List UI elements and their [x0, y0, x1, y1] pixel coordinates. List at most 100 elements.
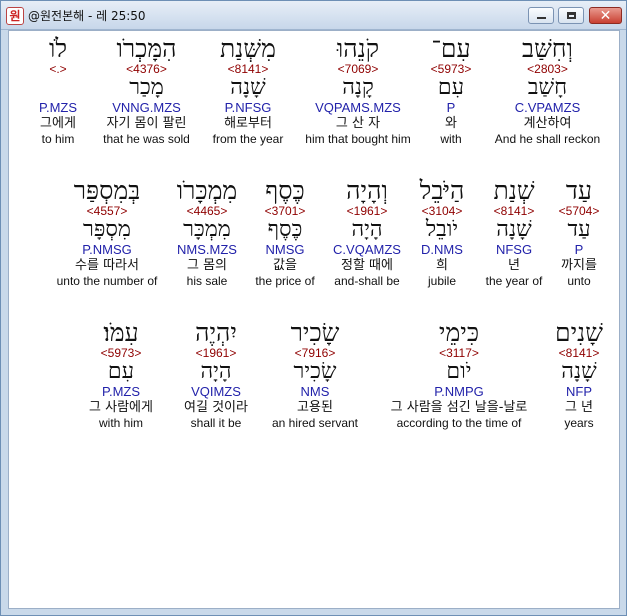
word-cell[interactable]: כֶּסֶף <3701> כֶּסֶף NMSG 값을 the price o…	[250, 176, 320, 289]
morphology-code: NMSG	[265, 242, 305, 257]
hebrew-word: עִם־	[431, 34, 471, 63]
strong-number: <7069>	[337, 62, 379, 76]
english-gloss: unto the number of	[56, 274, 158, 288]
word-cell[interactable]: מִמְכָּרֹו <4465> מִמְכָּר NMS.MZS 그 몸의 …	[167, 178, 247, 289]
morphology-code: P.NFSG	[224, 100, 272, 115]
word-cell[interactable]: קֹנֵהוּ <7069> קָנָה VQPAMS.MZS 그 산 자 hi…	[299, 34, 417, 147]
korean-gloss: 와	[445, 116, 457, 131]
close-button[interactable]: ✕	[589, 7, 622, 24]
maximize-button[interactable]	[558, 7, 584, 24]
korean-gloss: 년	[508, 258, 520, 273]
english-gloss: with him	[98, 416, 143, 430]
english-gloss: from the year	[212, 132, 284, 146]
strong-number: <5973>	[100, 346, 142, 360]
morphology-code: P.NMSG	[82, 242, 132, 257]
strong-number: <8141>	[227, 62, 269, 76]
strong-number: <7916>	[294, 346, 336, 360]
strong-number: <8141>	[558, 346, 600, 360]
interlinear-window: 원 @원전본해 - 레 25:50 ✕ לֹו <.> P.MZS 그에게 to…	[0, 0, 627, 616]
minimize-button[interactable]	[528, 7, 554, 24]
morphology-code: P.MZS	[101, 384, 141, 399]
morphology-code: C.VPAMZS	[514, 100, 581, 115]
word-cell[interactable]: בְּמִסְפַּר <4557> מִסְפָּר P.NMSG 수를 따라…	[49, 178, 165, 289]
lemma-word: הָיָה	[351, 217, 383, 242]
korean-gloss: 정할 때에	[341, 258, 393, 273]
english-gloss: him that bought him	[305, 132, 411, 146]
interlinear-content: לֹו <.> P.MZS 그에게 to him הִמָּכְרֹו <437…	[8, 30, 620, 609]
morphology-code: VQPAMS.MZS	[315, 100, 401, 115]
strong-number: <4557>	[86, 204, 128, 218]
lemma-word: חָשַׁב	[527, 75, 568, 100]
hebrew-word: הַיֹּבֵל	[419, 176, 465, 205]
english-gloss: and-shall be	[334, 274, 400, 288]
english-gloss: with	[440, 132, 462, 146]
title-bar[interactable]: 원 @원전본해 - 레 25:50 ✕	[1, 1, 626, 30]
english-gloss: unto	[567, 274, 591, 288]
hebrew-word: יִהְיֶה	[195, 318, 237, 347]
word-cell[interactable]: שְׁנַת <8141> שָׁנָה NFSG 년 the year of	[479, 178, 549, 289]
korean-gloss: 그에게	[40, 116, 76, 131]
hebrew-word: כִּימֵי	[438, 318, 480, 347]
hebrew-word: שָׂכִיר	[290, 318, 340, 347]
lemma-word: עִם	[437, 75, 465, 100]
english-gloss: And he shall reckon	[494, 132, 601, 146]
word-cell[interactable]: עִמֹּו׃ <5973> עִם P.MZS 그 사람에게 with him	[81, 318, 161, 431]
hebrew-word: קֹנֵהוּ	[336, 34, 380, 63]
english-gloss: the year of	[485, 274, 543, 288]
hebrew-word: שָׁנִים	[555, 318, 603, 347]
minimize-icon	[537, 17, 546, 19]
lemma-word: עַד	[567, 217, 591, 242]
english-gloss: to him	[41, 132, 75, 146]
morphology-code: D.NMS	[421, 242, 463, 257]
strong-number: <3104>	[421, 204, 463, 218]
window-title: @원전본해 - 레 25:50	[28, 9, 146, 23]
english-gloss: jubile	[427, 274, 457, 288]
lemma-word: יֹום	[446, 359, 472, 384]
word-cell[interactable]: לֹו <.> P.MZS 그에게 to him	[18, 36, 98, 147]
strong-number: <1961>	[195, 346, 237, 360]
app-icon: 원	[6, 7, 24, 25]
korean-gloss: 까지를	[561, 258, 597, 273]
word-cell[interactable]: שָׁנִים <8141> שָׁנָה NFP 그 년 years	[550, 318, 608, 431]
hebrew-word: וְהָיָה	[346, 176, 388, 205]
korean-gloss: 값을	[273, 258, 297, 273]
strong-number: <4465>	[186, 204, 228, 218]
lemma-word: כֶּסֶף	[267, 217, 303, 242]
lemma-word: שָׁנָה	[230, 75, 266, 100]
lemma-word	[18, 76, 98, 100]
hebrew-word: מִשְּׁנַת	[220, 34, 276, 63]
word-cell[interactable]: עִם־ <5973> עִם P 와 with	[423, 34, 479, 147]
strong-number: <4376>	[126, 62, 167, 76]
word-cell-selected[interactable]: וְחִשַּׁב <2803> חָשַׁב C.VPAMZS 계산하여 An…	[483, 34, 612, 147]
hebrew-word: עִמֹּו׃	[103, 318, 139, 347]
lemma-word: מִמְכָּר	[183, 217, 231, 242]
maximize-icon	[567, 12, 576, 19]
korean-gloss: 희	[436, 258, 448, 273]
strong-number: <3117>	[439, 346, 479, 360]
english-gloss: that he was sold	[103, 132, 190, 146]
morphology-code: VNNG.MZS	[112, 100, 181, 115]
english-gloss: an hired servant	[271, 416, 359, 430]
hebrew-word: וְחִשַּׁב	[522, 34, 573, 63]
strong-number: <1961>	[346, 204, 388, 218]
morphology-code: NMS	[300, 384, 330, 399]
korean-gloss: 고용된	[297, 400, 333, 415]
word-cell[interactable]: עַד <5704> עַד P 까지를 unto	[553, 178, 605, 289]
korean-gloss: 자기 몸이 팔린	[106, 116, 187, 131]
word-cell[interactable]: הִמָּכְרֹו <4376> מָכַר VNNG.MZS 자기 몸이 팔…	[94, 36, 199, 147]
word-cell[interactable]: מִשְּׁנַת <8141> שָׁנָה P.NFSG 해로부터 from…	[205, 34, 291, 147]
hebrew-word: כֶּסֶף	[265, 176, 305, 205]
morphology-code: C.VQAMZS	[333, 242, 401, 257]
english-gloss: the price of	[255, 274, 315, 288]
morphology-code: P	[574, 242, 584, 257]
korean-gloss: 수를 따라서	[75, 258, 139, 273]
morphology-code: NMS.MZS	[177, 242, 237, 257]
word-cell[interactable]: כִּימֵי <3117> יֹום P.NMPG 그 사람을 섬긴 날을-날…	[369, 318, 549, 431]
strong-number: <5973>	[430, 62, 472, 76]
word-cell[interactable]: שָׂכִיר <7916> שָׂכִיר NMS 고용된 an hired …	[265, 318, 365, 431]
strong-number: <2803>	[527, 62, 568, 76]
word-cell[interactable]: וְהָיָה <1961> הָיָה C.VQAMZS 정할 때에 and-…	[323, 176, 411, 289]
word-cell[interactable]: הַיֹּבֵל <3104> יֹובֵל D.NMS 희 jubile	[414, 176, 470, 289]
morphology-code: NFSG	[495, 242, 533, 257]
word-cell[interactable]: יִהְיֶה <1961> הָיָה VQIMZS 여길 것이라 shall…	[176, 318, 256, 431]
